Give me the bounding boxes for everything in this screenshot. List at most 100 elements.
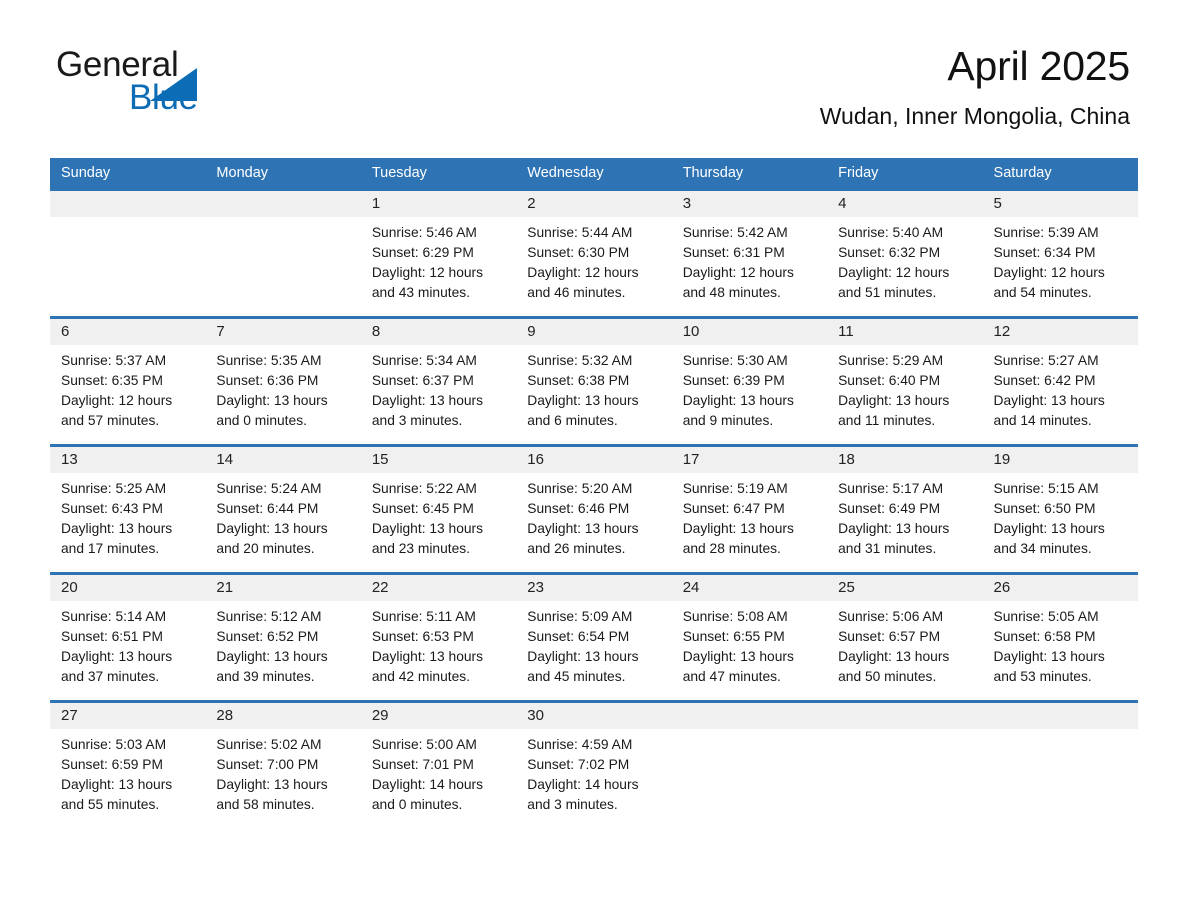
title-block: April 2025 Wudan, Inner Mongolia, China (820, 42, 1130, 129)
day-cell[interactable]: 16 Sunrise: 5:20 AM Sunset: 6:46 PM Dayl… (516, 447, 671, 572)
weekday-header-sunday: Sunday (61, 165, 111, 181)
day-number: 24 (682, 579, 700, 596)
day-cell[interactable]: 26 Sunrise: 5:05 AM Sunset: 6:58 PM Dayl… (983, 575, 1138, 700)
daylight-text-line2: and 3 minutes. (371, 413, 463, 428)
daylight-text-line1: Daylight: 13 hours (216, 649, 328, 664)
sunrise-text: Sunrise: 5:22 AM (371, 481, 477, 496)
day-cell[interactable]: 27 Sunrise: 5:03 AM Sunset: 6:59 PM Dayl… (50, 703, 205, 828)
sunset-text: Sunset: 7:01 PM (371, 757, 474, 772)
sunset-text: Sunset: 6:34 PM (993, 245, 1096, 260)
day-cell[interactable]: 28 Sunrise: 5:02 AM Sunset: 7:00 PM Dayl… (205, 703, 360, 828)
sunrise-text: Sunrise: 5:34 AM (371, 353, 477, 368)
day-cell[interactable] (50, 191, 205, 316)
daylight-text-line1: Daylight: 13 hours (371, 393, 484, 408)
day-number: 12 (993, 323, 1011, 340)
daylight-text-line1: Daylight: 13 hours (527, 649, 639, 664)
daylight-text-line2: and 55 minutes. (61, 797, 160, 812)
weekday-header-wednesday: Wednesday (527, 165, 604, 181)
day-number: 18 (838, 451, 855, 468)
sunrise-text: Sunrise: 5:11 AM (371, 609, 476, 624)
sunrise-text: Sunrise: 5:24 AM (216, 481, 322, 496)
daylight-text-line1: Daylight: 13 hours (216, 393, 328, 408)
day-cell[interactable]: 29 Sunrise: 5:00 AM Sunset: 7:01 PM Dayl… (361, 703, 516, 828)
day-cell[interactable] (672, 703, 827, 828)
day-number: 21 (216, 579, 234, 596)
day-cell[interactable]: 20 Sunrise: 5:14 AM Sunset: 6:51 PM Dayl… (50, 575, 205, 700)
sunrise-text: Sunrise: 5:05 AM (993, 609, 1099, 624)
day-cell[interactable]: 7 Sunrise: 5:35 AM Sunset: 6:36 PM Dayli… (205, 319, 360, 444)
day-number: 4 (838, 195, 847, 212)
day-cell[interactable]: 19 Sunrise: 5:15 AM Sunset: 6:50 PM Dayl… (983, 447, 1138, 572)
weekday-header-friday: Friday (838, 165, 879, 181)
day-cell[interactable] (827, 703, 982, 828)
week-row: 20 Sunrise: 5:14 AM Sunset: 6:51 PM Dayl… (50, 572, 1138, 700)
sunrise-text: Sunrise: 5:46 AM (371, 225, 477, 240)
day-cell[interactable]: 5 Sunrise: 5:39 AM Sunset: 6:34 PM Dayli… (983, 191, 1138, 316)
daylight-text-line1: Daylight: 12 hours (61, 393, 173, 408)
daylight-text-line2: and 3 minutes. (527, 797, 618, 812)
day-cell[interactable]: 30 Sunrise: 4:59 AM Sunset: 7:02 PM Dayl… (516, 703, 671, 828)
daylight-text-line2: and 45 minutes. (527, 669, 626, 684)
daylight-text-line1: Daylight: 13 hours (682, 521, 794, 536)
sunrise-text: Sunrise: 5:09 AM (527, 609, 633, 624)
day-cell[interactable]: 6 Sunrise: 5:37 AM Sunset: 6:35 PM Dayli… (50, 319, 205, 444)
daylight-text-line2: and 28 minutes. (682, 541, 781, 556)
day-cell[interactable] (205, 191, 360, 316)
day-cell[interactable]: 25 Sunrise: 5:06 AM Sunset: 6:57 PM Dayl… (827, 575, 982, 700)
day-cell[interactable]: 8 Sunrise: 5:34 AM Sunset: 6:37 PM Dayli… (361, 319, 516, 444)
day-cell[interactable]: 4 Sunrise: 5:40 AM Sunset: 6:32 PM Dayli… (827, 191, 982, 316)
sunset-text: Sunset: 6:55 PM (682, 629, 785, 644)
sunrise-text: Sunrise: 5:29 AM (838, 353, 944, 368)
day-cell[interactable]: 1 Sunrise: 5:46 AM Sunset: 6:29 PM Dayli… (361, 191, 516, 316)
day-cell[interactable]: 24 Sunrise: 5:08 AM Sunset: 6:55 PM Dayl… (672, 575, 827, 700)
day-cell[interactable]: 2 Sunrise: 5:44 AM Sunset: 6:30 PM Dayli… (516, 191, 671, 316)
daylight-text-line2: and 47 minutes. (682, 669, 781, 684)
sunrise-text: Sunrise: 5:44 AM (527, 225, 633, 240)
daylight-text-line2: and 42 minutes. (371, 669, 471, 684)
daylight-text-line2: and 43 minutes. (371, 285, 471, 300)
sunset-text: Sunset: 6:46 PM (527, 501, 630, 516)
day-cell[interactable]: 17 Sunrise: 5:19 AM Sunset: 6:47 PM Dayl… (672, 447, 827, 572)
sunset-text: Sunset: 6:54 PM (527, 629, 630, 644)
sunset-text: Sunset: 6:30 PM (527, 245, 630, 260)
day-cell[interactable]: 15 Sunrise: 5:22 AM Sunset: 6:45 PM Dayl… (361, 447, 516, 572)
sunrise-text: Sunrise: 5:27 AM (993, 353, 1099, 368)
day-cell[interactable]: 22 Sunrise: 5:11 AM Sunset: 6:53 PM Dayl… (361, 575, 516, 700)
sunrise-text: Sunrise: 5:17 AM (838, 481, 944, 496)
day-cell[interactable]: 21 Sunrise: 5:12 AM Sunset: 6:52 PM Dayl… (205, 575, 360, 700)
daylight-text-line1: Daylight: 13 hours (527, 393, 639, 408)
daylight-text-line1: Daylight: 13 hours (216, 521, 328, 536)
day-cell[interactable]: 14 Sunrise: 5:24 AM Sunset: 6:44 PM Dayl… (205, 447, 360, 572)
week-row: 6 Sunrise: 5:37 AM Sunset: 6:35 PM Dayli… (50, 316, 1138, 444)
daylight-text-line1: Daylight: 13 hours (371, 521, 484, 536)
daylight-text-line1: Daylight: 13 hours (838, 393, 950, 408)
sunset-text: Sunset: 6:29 PM (371, 245, 474, 260)
day-cell[interactable]: 23 Sunrise: 5:09 AM Sunset: 6:54 PM Dayl… (516, 575, 671, 700)
day-number: 20 (61, 579, 78, 596)
day-cell[interactable]: 18 Sunrise: 5:17 AM Sunset: 6:49 PM Dayl… (827, 447, 982, 572)
daylight-text-line1: Daylight: 12 hours (993, 265, 1105, 280)
daylight-text-line1: Daylight: 13 hours (61, 521, 173, 536)
day-cell[interactable]: 3 Sunrise: 5:42 AM Sunset: 6:31 PM Dayli… (672, 191, 827, 316)
day-cell[interactable] (983, 703, 1138, 828)
sunset-text: Sunset: 6:59 PM (61, 757, 164, 772)
daylight-text-line2: and 23 minutes. (371, 541, 471, 556)
daylight-text-line2: and 51 minutes. (838, 285, 937, 300)
day-number: 10 (682, 323, 700, 340)
sunset-text: Sunset: 6:42 PM (993, 373, 1096, 388)
daylight-text-line1: Daylight: 13 hours (993, 521, 1105, 536)
day-number: 30 (527, 707, 544, 724)
sunrise-text: Sunrise: 5:02 AM (216, 737, 322, 752)
generalblue-logo: General Blue (56, 47, 316, 125)
sunset-text: Sunset: 6:31 PM (682, 245, 785, 260)
day-cell[interactable]: 9 Sunrise: 5:32 AM Sunset: 6:38 PM Dayli… (516, 319, 671, 444)
daylight-text-line1: Daylight: 13 hours (61, 777, 173, 792)
sunset-text: Sunset: 6:44 PM (216, 501, 319, 516)
day-cell[interactable]: 12 Sunrise: 5:27 AM Sunset: 6:42 PM Dayl… (983, 319, 1138, 444)
day-cell[interactable]: 10 Sunrise: 5:30 AM Sunset: 6:39 PM Dayl… (672, 319, 827, 444)
day-cell[interactable]: 11 Sunrise: 5:29 AM Sunset: 6:40 PM Dayl… (827, 319, 982, 444)
day-cell[interactable]: 13 Sunrise: 5:25 AM Sunset: 6:43 PM Dayl… (50, 447, 205, 572)
sunrise-text: Sunrise: 5:14 AM (61, 609, 167, 624)
daylight-text-line2: and 46 minutes. (527, 285, 626, 300)
daylight-text-line2: and 17 minutes. (61, 541, 160, 556)
